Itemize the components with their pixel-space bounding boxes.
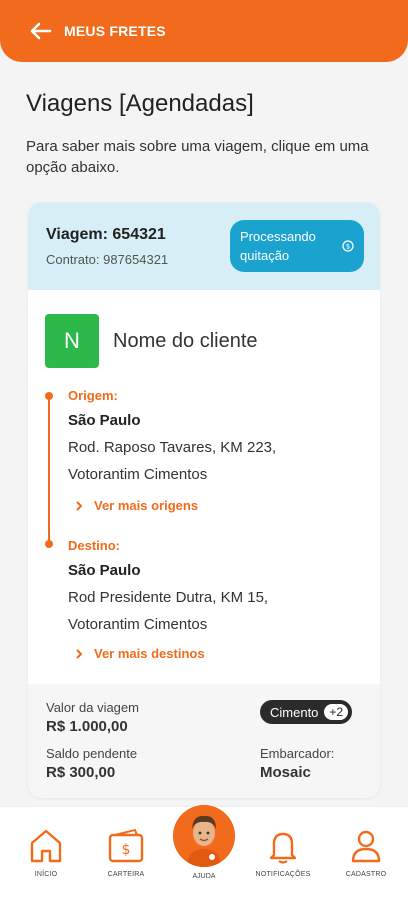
- trip-card-footer: Valor da viagem R$ 1.000,00 Saldo penden…: [28, 684, 380, 798]
- shipper-label: Embarcador:: [260, 746, 335, 761]
- destination-label: Destino:: [68, 538, 120, 553]
- pending-balance: R$ 300,00: [46, 764, 116, 781]
- nav-help-label: AJUDA: [192, 873, 216, 880]
- help-avatar-icon: [173, 805, 235, 867]
- origin-label: Origem:: [68, 388, 118, 403]
- shipper-name: Mosaic: [260, 764, 311, 781]
- trip-card-header: Viagem: 654321 Contrato: 987654321 Proce…: [28, 202, 380, 290]
- wallet-icon: $: [108, 828, 144, 863]
- origin-address-line-1: Rod. Raposo Tavares, KM 223,: [68, 439, 277, 456]
- status-line-2: quitação: [240, 248, 290, 263]
- more-origins-label: Ver mais origens: [94, 498, 199, 513]
- client-row: N Nome do cliente: [45, 314, 258, 368]
- origin-address: Rod. Raposo Tavares, KM 223, Votorantim …: [68, 434, 358, 488]
- route-line: [48, 395, 50, 543]
- home-icon: [30, 829, 62, 863]
- trip-card[interactable]: Viagem: 654321 Contrato: 987654321 Proce…: [28, 202, 380, 798]
- cargo-tag-label: Cimento: [270, 704, 319, 720]
- page-subtitle: Para saber mais sobre uma viagem, clique…: [26, 138, 369, 176]
- more-destinations-link[interactable]: Ver mais destinos: [74, 646, 205, 661]
- bell-icon: [269, 832, 297, 864]
- origin-address-line-2: Votorantim Cimentos: [68, 466, 208, 483]
- nav-wallet[interactable]: $ CARTEIRA: [86, 827, 166, 878]
- nav-home-label: INÍCIO: [34, 871, 58, 878]
- svg-text:$: $: [346, 243, 350, 251]
- cargo-extra-count: +2: [324, 704, 349, 720]
- origin-dot: [45, 392, 53, 400]
- origin-city: São Paulo: [68, 412, 141, 429]
- destination-address-line-1: Rod Presidente Dutra, KM 15,: [68, 589, 269, 606]
- status-line-1: Processando: [240, 229, 316, 244]
- nav-profile-label: CADASTRO: [345, 871, 387, 878]
- coin-icon: $: [342, 240, 354, 252]
- client-avatar: N: [45, 314, 99, 368]
- cargo-tag: Cimento +2: [260, 700, 353, 724]
- more-destinations-label: Ver mais destinos: [94, 646, 205, 661]
- nav-notifications-label: NOTIFICAÇÕES: [255, 871, 311, 878]
- top-bar: MEUS FRETES: [0, 0, 408, 62]
- nav-home[interactable]: INÍCIO: [6, 827, 86, 878]
- destination-city: São Paulo: [68, 562, 141, 579]
- more-origins-link[interactable]: Ver mais origens: [74, 498, 198, 513]
- back-arrow-icon[interactable]: [30, 22, 52, 40]
- client-name: Nome do cliente: [113, 329, 258, 352]
- destination-dot: [45, 540, 53, 548]
- nav-wallet-label: CARTEIRA: [107, 871, 145, 878]
- pending-balance-label: Saldo pendente: [46, 746, 138, 761]
- page-title: Viagens [Agendadas]: [26, 90, 254, 117]
- chevron-right-icon: [76, 648, 83, 659]
- trip-value: R$ 1.000,00: [46, 718, 128, 735]
- bottom-nav: INÍCIO $ CARTEIRA AJUDA NOTIFICAÇÕES CAD…: [0, 805, 408, 898]
- nav-notifications[interactable]: NOTIFICAÇÕES: [243, 827, 323, 878]
- chevron-right-icon: [76, 500, 83, 511]
- destination-address-line-2: Votorantim Cimentos: [68, 616, 208, 633]
- contract-number: Contrato: 987654321: [46, 252, 169, 267]
- help-button[interactable]: [173, 805, 235, 867]
- trip-value-label: Valor da viagem: [46, 700, 139, 715]
- user-icon: [351, 830, 381, 863]
- destination-address: Rod Presidente Dutra, KM 15, Votorantim …: [68, 584, 358, 638]
- nav-profile[interactable]: CADASTRO: [326, 827, 406, 878]
- trip-id: Viagem: 654321: [46, 226, 166, 243]
- status-badge: Processando quitação $: [230, 220, 364, 272]
- back-link[interactable]: MEUS FRETES: [64, 23, 166, 39]
- svg-text:$: $: [122, 842, 131, 858]
